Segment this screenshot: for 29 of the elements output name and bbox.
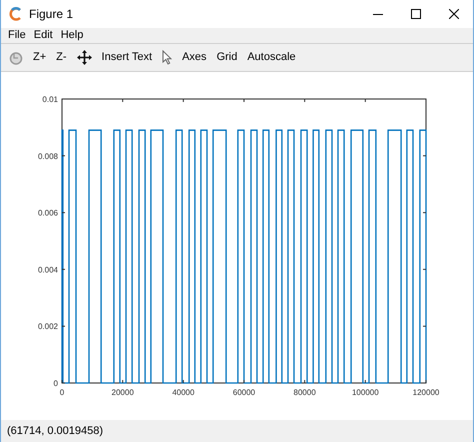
- toolbar-button[interactable]: Axes: [182, 49, 207, 66]
- maximize-icon: [411, 9, 421, 19]
- x-tick-label: 80000: [294, 388, 316, 397]
- move-arrows-icon[interactable]: [76, 50, 92, 65]
- x-tick-label: 120000: [412, 388, 440, 397]
- toolbar-button[interactable]: Autoscale: [247, 49, 296, 66]
- x-tick-label: 60000: [232, 388, 256, 397]
- y-tick-label: 0.01: [42, 95, 58, 104]
- window-title: Figure 1: [29, 6, 74, 23]
- y-tick-label: 0.008: [38, 152, 58, 161]
- cursor-icon[interactable]: [162, 50, 172, 65]
- y-tick-label: 0: [54, 379, 58, 388]
- toolbar-button[interactable]: Insert Text: [102, 49, 152, 66]
- x-tick-label: 20000: [112, 388, 134, 397]
- y-tick-label: 0.002: [38, 322, 58, 332]
- toolbar-button[interactable]: Grid: [216, 49, 238, 66]
- status-bar: (61714, 0.0019458): [1, 420, 473, 442]
- toolbar-button[interactable]: Z+: [33, 49, 46, 66]
- y-tick-label: 0.006: [38, 208, 58, 218]
- menu-item[interactable]: File: [5, 27, 29, 44]
- menu-item[interactable]: Edit: [30, 27, 56, 44]
- x-tick-label: 40000: [172, 388, 194, 397]
- close-icon: [449, 9, 459, 19]
- menu-item[interactable]: Help: [58, 27, 86, 44]
- x-tick-label: 0: [60, 388, 64, 397]
- toolbar-button[interactable]: Z-: [56, 49, 67, 66]
- y-tick-label: 0.004: [38, 265, 58, 274]
- app-logo-icon: [9, 7, 23, 21]
- x-tick-label: 100000: [352, 388, 379, 397]
